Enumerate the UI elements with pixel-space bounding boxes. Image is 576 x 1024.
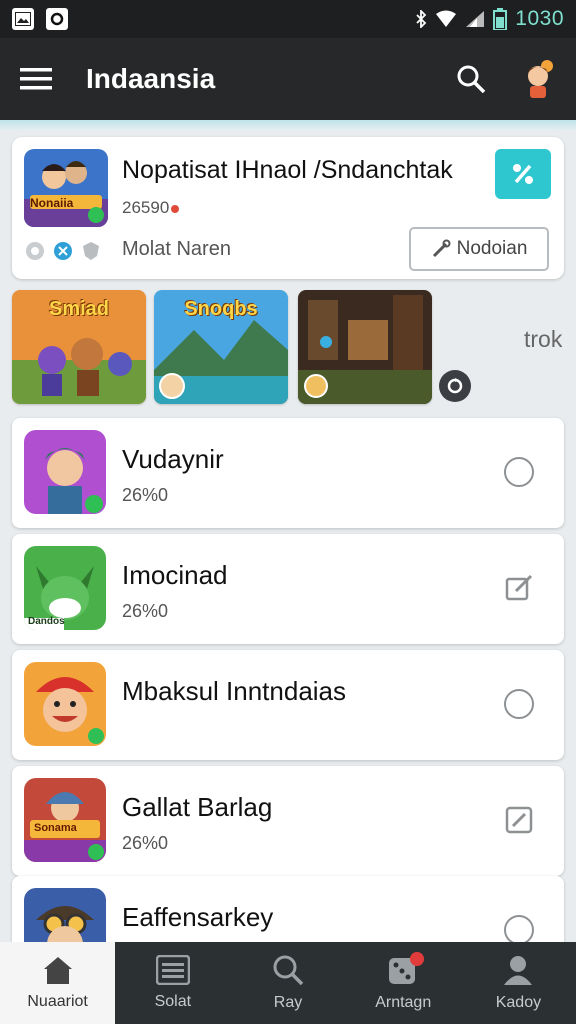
edit-icon[interactable]	[504, 573, 534, 603]
app-name: Gallat Barlag	[122, 792, 273, 822]
featured-action-button[interactable]: Nodoian	[409, 227, 549, 271]
bluetooth-icon	[416, 10, 427, 28]
nav-games[interactable]: Arntagn	[346, 942, 461, 1024]
signal-icon	[466, 11, 485, 27]
select-circle-icon[interactable]	[504, 915, 534, 945]
search-icon	[273, 955, 304, 986]
select-circle-icon[interactable]	[504, 457, 534, 487]
list-item[interactable]: Dandos Imocinad 26%0	[12, 534, 564, 644]
bottom-nav: Nuaariot Solat Ray Arntagn Kadoy	[0, 942, 576, 1024]
featured-card[interactable]: Nonaiia Nopatisat IHnaol /Sndanchtak 265…	[12, 137, 564, 279]
image-icon	[12, 8, 34, 30]
app-icon	[24, 778, 106, 862]
app-bar: Indaansia	[0, 38, 576, 120]
carousel-tile[interactable]	[298, 290, 432, 404]
app-icon-badge: Dandos	[28, 616, 65, 627]
carousel-side-label: trok	[524, 326, 563, 352]
featured-thumbnail	[24, 149, 108, 227]
nav-list[interactable]: Solat	[115, 942, 230, 1024]
list-icon	[155, 955, 190, 985]
circle-notification-icon	[46, 8, 68, 30]
close-circle-icon	[54, 242, 72, 260]
app-title: Indaansia	[86, 63, 216, 94]
app-size: 26%0	[122, 601, 169, 621]
featured-mini-icons	[24, 240, 102, 262]
nav-label: Ray	[273, 994, 303, 1011]
nav-label: Solat	[154, 993, 192, 1010]
wrench-icon	[432, 239, 451, 258]
nav-home[interactable]: Nuaariot	[0, 942, 116, 1024]
carousel-tile[interactable]: Snoqbs	[154, 290, 288, 404]
nav-label: Kadoy	[495, 994, 542, 1011]
carousel-next-button[interactable]	[439, 370, 471, 402]
edit-icon[interactable]	[504, 805, 534, 835]
carousel-tile-title: Smiad	[48, 298, 110, 320]
featured-title: Nopatisat IHnaol /Sndanchtak	[122, 156, 453, 184]
carousel: Smiad Snoqbs trok	[12, 290, 572, 404]
profile-character-icon[interactable]	[522, 59, 556, 99]
app-icon	[24, 430, 106, 514]
wifi-icon	[436, 10, 457, 27]
list-item[interactable]: Vudaynir 26%0	[12, 418, 564, 528]
search-icon[interactable]	[456, 64, 486, 94]
app-icon-badge: Sonama	[34, 822, 77, 834]
select-circle-icon[interactable]	[504, 689, 534, 719]
header-divider	[0, 120, 576, 130]
percent-icon	[513, 164, 533, 184]
app-size: 26%0	[122, 485, 169, 505]
person-icon	[504, 956, 533, 985]
battery-icon	[493, 8, 508, 30]
nav-label: Nuaariot	[27, 993, 88, 1010]
carousel-tile-title: Snoqbs	[184, 298, 258, 320]
gear-icon	[26, 242, 44, 260]
app-size: 26%0	[122, 833, 169, 853]
featured-count: 26590	[122, 198, 180, 218]
app-name: Mbaksul Inntndaias	[122, 676, 347, 706]
app-name: Vudaynir	[122, 444, 224, 474]
home-icon	[43, 957, 72, 984]
nav-label: Arntagn	[375, 994, 432, 1011]
clock: 1030	[515, 7, 564, 30]
list-item[interactable]: Mbaksul Inntndaias	[12, 650, 564, 760]
nav-search[interactable]: Ray	[230, 942, 345, 1024]
app-name: Imocinad	[122, 560, 228, 590]
shield-icon	[83, 242, 99, 260]
refresh-icon	[447, 378, 463, 394]
nav-profile[interactable]: Kadoy	[461, 942, 576, 1024]
carousel-tile[interactable]: Smiad	[12, 290, 146, 404]
app-icon	[24, 662, 106, 746]
featured-action-label: Nodoian	[456, 238, 528, 259]
featured-subtitle: Molat Naren	[122, 238, 231, 260]
menu-icon[interactable]	[20, 67, 52, 91]
thumb-title: Nonaiia	[30, 196, 74, 210]
app-name: Eaffensarkey	[122, 902, 274, 932]
list-item[interactable]: Sonama Gallat Barlag 26%0	[12, 766, 564, 876]
notification-badge	[409, 952, 424, 966]
status-bar: 1030	[0, 0, 576, 38]
percent-button[interactable]	[495, 149, 551, 199]
featured-count-value: 26590	[122, 198, 170, 217]
red-dot-icon	[171, 204, 180, 213]
